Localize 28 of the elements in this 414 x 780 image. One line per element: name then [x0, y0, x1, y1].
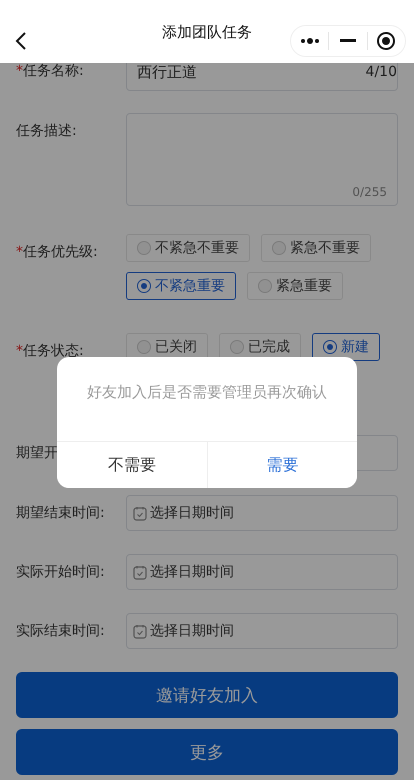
- field-label: 任务描述:: [16, 123, 77, 139]
- target-icon[interactable]: [376, 31, 396, 51]
- field-label: 实际开始时间:: [16, 564, 105, 580]
- radio-option[interactable]: 不紧急不重要: [126, 234, 250, 262]
- back-icon[interactable]: [14, 31, 28, 51]
- action-button[interactable]: 邀请好友加入: [16, 672, 398, 718]
- field-label: 期望开: [16, 445, 58, 461]
- page-title: 添加团队任务: [162, 23, 252, 42]
- action-button[interactable]: 更多: [16, 729, 398, 775]
- radio-option[interactable]: 不紧急重要: [126, 272, 236, 300]
- dialog-message: 好友加入后是否需要管理员再次确认: [86, 382, 328, 402]
- date-input-field[interactable]: 选择日期时间: [126, 554, 398, 590]
- radio-option[interactable]: 紧急重要: [247, 272, 343, 300]
- dialog-button[interactable]: 需要: [206, 442, 357, 488]
- description-text-area[interactable]: 0/255: [126, 113, 398, 206]
- minimize-icon[interactable]: [340, 39, 356, 43]
- field-label: 实际结束时间:: [16, 623, 105, 639]
- calendar-icon: [133, 624, 147, 638]
- date-input-field[interactable]: 选择日期时间: [126, 495, 398, 531]
- field-label: *任务优先级:: [16, 244, 98, 260]
- calendar-icon: [133, 564, 147, 580]
- field-label: *任务状态:: [16, 343, 84, 359]
- field-label: 期望结束时间:: [16, 505, 105, 521]
- calendar-icon: [133, 506, 147, 520]
- field-label: *任务名称:: [16, 63, 84, 79]
- more-icon[interactable]: [300, 37, 320, 45]
- radio-option[interactable]: 紧急不重要: [261, 234, 371, 262]
- date-input-field[interactable]: 选择日期时间: [126, 613, 398, 649]
